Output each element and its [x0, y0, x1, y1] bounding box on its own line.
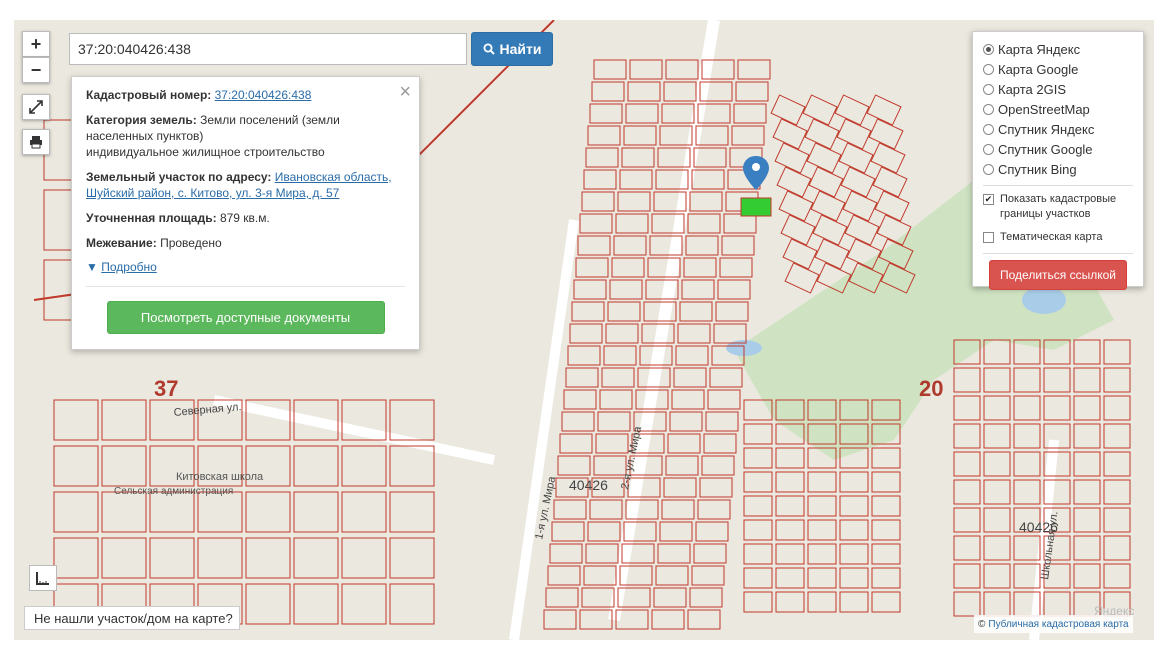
- layers-panel: Карта Яндекс Карта Google Карта 2GIS OpenSt…: [972, 31, 1144, 290]
- cadastral-search-input[interactable]: 37:20:040426:438: [69, 33, 467, 65]
- area-label: Уточненная площадь:: [86, 211, 217, 225]
- layer-option-label: Карта Google: [998, 61, 1079, 77]
- layer-radio[interactable]: [983, 163, 994, 175]
- layers-divider-2: [983, 253, 1133, 254]
- layers-divider: [983, 185, 1133, 186]
- show-borders-option[interactable]: ✔ Показать кадастровые границы участков: [983, 192, 1133, 222]
- school-label: Китовская школа: [176, 471, 264, 483]
- parcel-info-panel: × Кадастровый номер: 37:20:040426:438 Ка…: [71, 76, 420, 350]
- layer-option-label: Карта Яндекс: [998, 41, 1081, 57]
- land-use-value: индивидуальное жилищное строительство: [86, 145, 325, 159]
- close-icon[interactable]: ×: [399, 81, 411, 104]
- cadastral-number-link[interactable]: 37:20:040426:438: [215, 88, 312, 102]
- road-mira-2: [608, 20, 720, 621]
- layer-option[interactable]: Спутник Bing: [983, 159, 1133, 179]
- caret-down-icon: ▼: [86, 260, 98, 274]
- show-borders-checkbox[interactable]: ✔: [983, 194, 994, 205]
- survey-row: Межевание: Проведено: [86, 235, 405, 251]
- layer-option-label: Карта 2GIS: [998, 81, 1067, 97]
- road-mira-1: [509, 219, 579, 640]
- land-category-row: Категория земель: Земли поселений (земли…: [86, 112, 405, 160]
- cadastral-number-row: Кадастровый номер: 37:20:040426:438: [86, 87, 405, 103]
- show-borders-label: Показать кадастровые границы участков: [1000, 193, 1117, 220]
- ruler-icon: [36, 572, 49, 585]
- layer-option-label: Спутник Яндекс: [998, 121, 1095, 137]
- attribution-link[interactable]: Публичная кадастровая карта: [988, 619, 1128, 630]
- layer-radio[interactable]: [983, 103, 994, 115]
- road-severnaya: [212, 395, 496, 465]
- layer-option[interactable]: Карта 2GIS: [983, 79, 1133, 99]
- address-label: Земельный участок по адресу:: [86, 170, 272, 184]
- printer-icon: [30, 136, 42, 149]
- layer-option-label: Спутник Bing: [998, 161, 1077, 177]
- layer-option-label: OpenStreetMap: [998, 101, 1090, 117]
- info-divider: [86, 286, 405, 287]
- layer-radio[interactable]: [983, 83, 994, 95]
- layer-list: Карта Яндекс Карта Google Карта 2GIS OpenSt…: [983, 39, 1133, 179]
- layer-option[interactable]: Спутник Яндекс: [983, 119, 1133, 139]
- layer-option-label: Спутник Google: [998, 141, 1093, 157]
- street-severnaya: Северная ул.: [173, 401, 242, 419]
- print-button[interactable]: [22, 129, 50, 155]
- layer-radio[interactable]: [983, 143, 994, 155]
- layer-option[interactable]: Карта Яндекс: [983, 39, 1133, 59]
- survey-label: Межевание:: [86, 236, 157, 250]
- address-row: Земельный участок по адресу: Ивановская …: [86, 169, 405, 201]
- layer-radio[interactable]: [983, 123, 994, 135]
- zoom-in-button[interactable]: +: [22, 31, 50, 57]
- details-link[interactable]: Подробно: [101, 260, 157, 274]
- layer-radio[interactable]: [983, 43, 994, 55]
- ruler-button[interactable]: [29, 565, 57, 591]
- share-link-button[interactable]: Поделиться ссылкой: [989, 260, 1127, 290]
- zoom-out-button[interactable]: −: [22, 57, 50, 83]
- fullscreen-button[interactable]: [22, 94, 50, 120]
- attribution-prefix: ©: [978, 618, 986, 630]
- thematic-map-label: Тематическая карта: [1000, 231, 1103, 243]
- cadastral-number-label: Кадастровый номер:: [86, 88, 212, 102]
- land-category-label: Категория земель:: [86, 113, 197, 127]
- area-value: 879 кв.м.: [219, 211, 270, 225]
- block-label-40426-a: 40426: [569, 477, 608, 493]
- area-row: Уточненная площадь: 879 кв.м.: [86, 210, 405, 226]
- view-documents-button[interactable]: Посмотреть доступные документы: [106, 301, 385, 334]
- search-button-label: Найти: [499, 41, 542, 57]
- admin-label: Сельская администрация: [114, 486, 233, 497]
- location-pin-icon: [743, 156, 769, 190]
- quarter-label-37: 37: [154, 376, 178, 401]
- selected-parcel[interactable]: [740, 197, 772, 217]
- attribution: © Публичная кадастровая карта: [974, 615, 1133, 633]
- survey-value: Проведено: [160, 236, 222, 250]
- details-toggle[interactable]: ▼ Подробно: [86, 260, 405, 274]
- layer-option[interactable]: OpenStreetMap: [983, 99, 1133, 119]
- search-button[interactable]: Найти: [471, 32, 553, 66]
- search-icon: [483, 43, 495, 55]
- thematic-map-checkbox[interactable]: [983, 232, 994, 243]
- not-found-link[interactable]: Не нашли участок/дом на карте?: [24, 606, 240, 630]
- layer-option[interactable]: Спутник Google: [983, 139, 1133, 159]
- pond: [1022, 286, 1066, 314]
- quarter-label-20: 20: [919, 376, 943, 401]
- thematic-map-option[interactable]: Тематическая карта: [983, 230, 1133, 245]
- layer-option[interactable]: Карта Google: [983, 59, 1133, 79]
- expand-icon: [29, 100, 43, 114]
- layer-radio[interactable]: [983, 63, 994, 75]
